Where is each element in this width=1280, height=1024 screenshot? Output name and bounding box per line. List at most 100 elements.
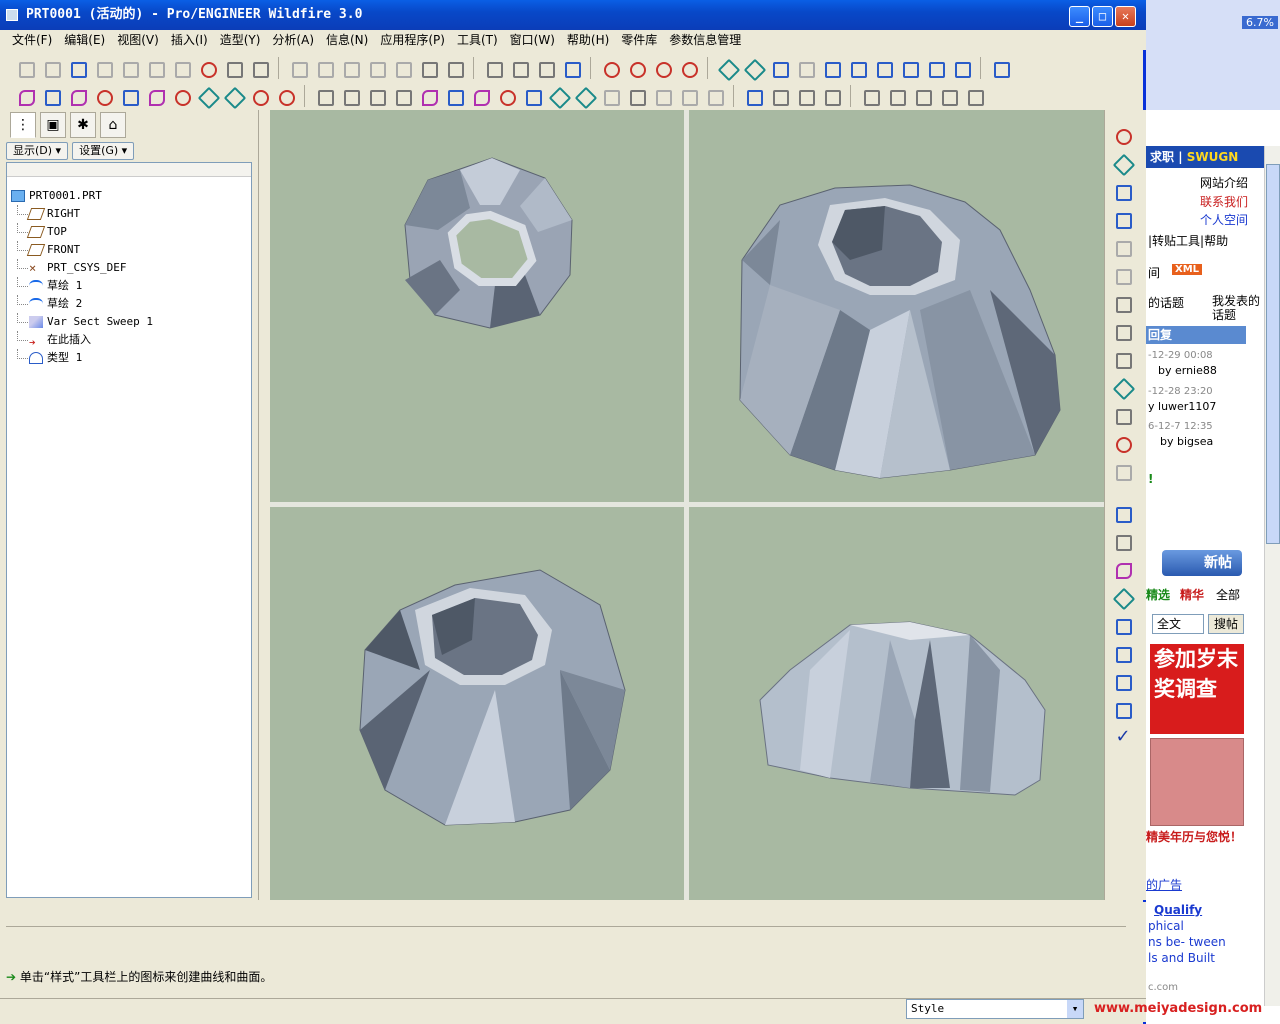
done-check-icon[interactable]: ✓ <box>1111 726 1135 750</box>
reorient-icon[interactable] <box>924 57 946 79</box>
tree-item-top[interactable]: TOP <box>7 223 251 241</box>
style-plane-icon[interactable] <box>1111 530 1135 554</box>
tree-item-sketch-2[interactable]: 草绘 2 <box>7 295 251 313</box>
delete-all-analysis-icon[interactable] <box>274 85 296 107</box>
close-style-icon[interactable] <box>1111 236 1135 260</box>
eraser-icon[interactable] <box>1111 264 1135 288</box>
boundary-surface-icon[interactable] <box>1111 614 1135 638</box>
datum-points-icon[interactable] <box>1111 124 1135 148</box>
search-scope-select[interactable]: 全文 <box>1152 614 1204 634</box>
menu-applications[interactable]: 应用程序(P) <box>374 30 451 50</box>
menu-style[interactable]: 造型(Y) <box>214 30 267 50</box>
selection-filter[interactable]: Style <box>906 999 1084 1019</box>
topics-left[interactable]: 的话题 <box>1148 294 1184 311</box>
internal-plane-icon[interactable] <box>1111 208 1135 232</box>
filter-all[interactable]: 全部 <box>1216 586 1240 603</box>
folder-browser-tab[interactable]: ▣ <box>40 112 66 138</box>
style-curve-icon[interactable] <box>859 85 881 107</box>
menu-view[interactable]: 视图(V) <box>111 30 165 50</box>
find-icon[interactable] <box>222 57 244 79</box>
style-surface-icon[interactable] <box>885 85 907 107</box>
redo-icon[interactable] <box>40 57 62 79</box>
csys-tool-icon[interactable] <box>1111 460 1135 484</box>
family-table-icon[interactable] <box>794 85 816 107</box>
datum-axis-display-icon[interactable] <box>625 57 647 79</box>
new-icon[interactable] <box>287 57 309 79</box>
print-icon[interactable] <box>365 57 387 79</box>
connect-surface-icon[interactable] <box>1111 642 1135 666</box>
select-arrow-icon[interactable] <box>1111 502 1135 526</box>
slope-icon[interactable] <box>521 85 543 107</box>
tree-item-var-sect-sweep[interactable]: Var Sect Sweep 1 <box>7 313 251 331</box>
zoom-out-icon[interactable] <box>872 57 894 79</box>
program-icon[interactable] <box>820 85 842 107</box>
tree-item-csys[interactable]: ⨯ PRT_CSYS_DEF <box>7 259 251 277</box>
model-tree-tab[interactable]: ⋮ <box>10 112 36 138</box>
measure-distance-icon[interactable] <box>313 85 335 107</box>
scrollbar-thumb[interactable] <box>1266 164 1280 544</box>
favorites-tab[interactable]: ✱ <box>70 112 96 138</box>
open-icon[interactable] <box>313 57 335 79</box>
section-curvature-icon[interactable] <box>118 85 140 107</box>
hidden-line-icon[interactable] <box>508 57 530 79</box>
menu-help[interactable]: 帮助(H) <box>561 30 615 50</box>
style-edit-icon[interactable] <box>963 85 985 107</box>
minimize-button[interactable]: _ <box>1069 6 1090 27</box>
regenerate-icon[interactable] <box>66 57 88 79</box>
link-site-intro[interactable]: 网站介绍 <box>1200 174 1248 191</box>
curve-analysis-2-icon[interactable] <box>417 85 439 107</box>
tree-item-sketch-1[interactable]: 草绘 1 <box>7 277 251 295</box>
measure-angle-icon[interactable] <box>339 85 361 107</box>
tree-item-style-1[interactable]: 类型 1 <box>7 349 251 367</box>
top-nav[interactable]: |转贴工具|帮助 <box>1148 232 1228 249</box>
curve-analysis-tool-icon[interactable] <box>1111 698 1135 722</box>
open-recent-icon[interactable] <box>443 57 465 79</box>
close-button[interactable]: ✕ <box>1115 6 1136 27</box>
style-connect-icon[interactable] <box>911 85 933 107</box>
promo-banner[interactable]: 参加岁末奖调查 <box>1150 644 1244 734</box>
rename-icon[interactable] <box>417 57 439 79</box>
menu-file[interactable]: 文件(F) <box>6 30 58 50</box>
post-by-3[interactable]: by bigsea <box>1160 435 1213 448</box>
navigator-splitter[interactable] <box>258 110 270 900</box>
datum-point-tool-icon[interactable] <box>1111 432 1135 456</box>
email-icon[interactable] <box>391 57 413 79</box>
link-personal-space[interactable]: 个人空间 <box>1200 211 1248 228</box>
curve-through-points-icon[interactable] <box>1111 152 1135 176</box>
copy-icon[interactable] <box>118 57 140 79</box>
curvature-2-icon[interactable] <box>469 85 491 107</box>
graphics-viewport[interactable] <box>270 110 1104 900</box>
create-curve-icon[interactable] <box>1111 558 1135 582</box>
animation-icon[interactable] <box>768 85 790 107</box>
menu-param-manager[interactable]: 参数信息管理 <box>663 30 747 50</box>
info-icon[interactable] <box>677 85 699 107</box>
saved-views-icon[interactable] <box>950 57 972 79</box>
filter-best[interactable]: 精华 <box>1180 586 1204 603</box>
post-by-1[interactable]: by ernie88 <box>1158 364 1217 377</box>
datum-axis-tool-icon[interactable] <box>1111 320 1135 344</box>
wireframe-icon[interactable] <box>482 57 504 79</box>
menu-tools[interactable]: 工具(T) <box>451 30 504 50</box>
save-icon[interactable] <box>339 57 361 79</box>
gaussian-curvature-icon[interactable] <box>92 85 114 107</box>
datum-curve-icon[interactable] <box>1111 376 1135 400</box>
menu-part-library[interactable]: 零件库 <box>615 30 663 50</box>
datum-point-display-icon[interactable] <box>651 57 673 79</box>
set-active-plane-icon[interactable] <box>1111 180 1135 204</box>
saved-analysis-icon[interactable] <box>599 85 621 107</box>
menu-insert[interactable]: 插入(I) <box>165 30 214 50</box>
qualify-link[interactable]: Qualify <box>1154 903 1202 917</box>
tree-item-insert-here[interactable]: ➔ 在此插入 <box>7 331 251 349</box>
display-dropdown[interactable]: 显示(D) ▾ <box>6 142 69 160</box>
search-button[interactable]: 搜帖 <box>1208 614 1244 634</box>
csys-display-icon[interactable] <box>677 57 699 79</box>
offset-analysis-icon[interactable] <box>196 85 218 107</box>
surface-analysis-2-icon[interactable] <box>443 85 465 107</box>
orient-mode-icon[interactable] <box>742 57 764 79</box>
edge-analysis-icon[interactable] <box>573 85 595 107</box>
parameters-icon[interactable] <box>651 85 673 107</box>
pink-ad[interactable] <box>1150 738 1244 826</box>
appearance-icon[interactable] <box>742 85 764 107</box>
maximize-button[interactable]: □ <box>1092 6 1113 27</box>
tree-item-right[interactable]: RIGHT <box>7 205 251 223</box>
